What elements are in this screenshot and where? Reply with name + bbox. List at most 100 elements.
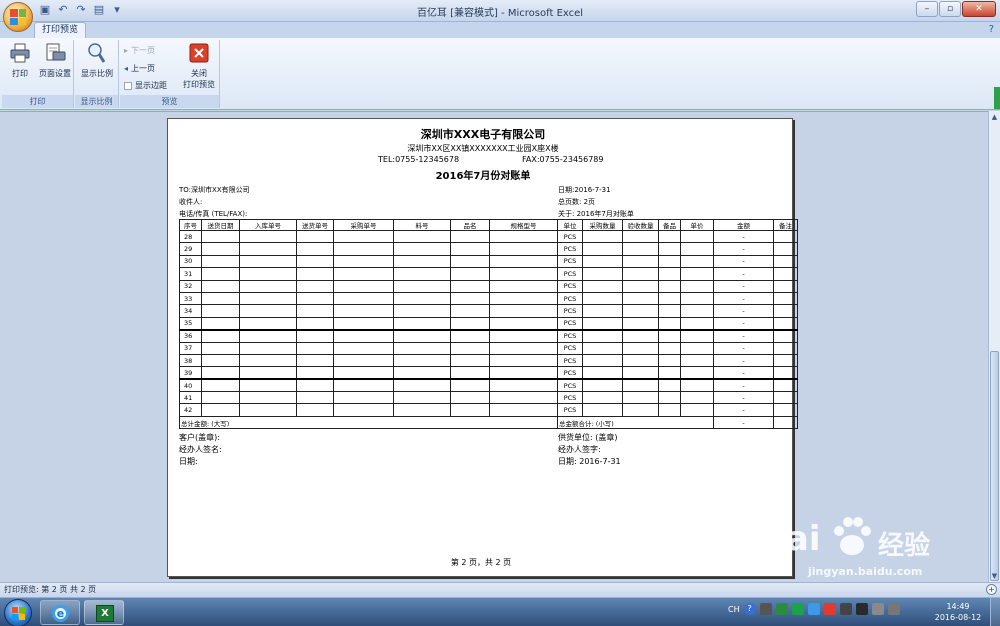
row-number: 35 [179, 316, 202, 331]
table-cell [658, 391, 681, 405]
table-cell [450, 391, 490, 405]
row-amount: - [713, 328, 774, 343]
volume-icon[interactable] [887, 603, 900, 615]
tray-app-icon[interactable] [759, 603, 772, 615]
table-cell [239, 242, 297, 256]
table-cell [773, 391, 798, 405]
table-row: 42 PCS - [179, 403, 798, 417]
usb-icon[interactable] [839, 603, 852, 615]
taskbar-excel[interactable]: X [84, 600, 124, 625]
show-desktop-button[interactable] [990, 598, 1000, 626]
tab-print-preview[interactable]: 打印预览 [34, 22, 87, 38]
table-cell [489, 291, 558, 306]
table-cell [773, 403, 798, 417]
table-cell [450, 279, 490, 293]
col-header: 金额 [713, 219, 774, 231]
previous-page-button[interactable]: ◂ 上一页 [124, 62, 155, 75]
table-cell [489, 242, 558, 256]
table-cell [201, 403, 240, 417]
vertical-scrollbar[interactable]: ▲ ▼ [988, 111, 1000, 582]
col-header: 备品 [658, 219, 681, 231]
table-cell [239, 229, 297, 244]
table-cell [201, 391, 240, 405]
table-cell [296, 291, 334, 306]
table-cell [489, 254, 558, 269]
table-cell [658, 242, 681, 256]
table-cell [239, 267, 297, 281]
table-cell [680, 229, 714, 244]
total-remark [773, 415, 798, 430]
table-cell [393, 229, 451, 244]
col-header: 验收数量 [622, 219, 659, 231]
table-cell [658, 316, 681, 331]
row-unit: PCS [557, 391, 583, 405]
help-icon[interactable]: ? [989, 24, 994, 35]
maximize-button[interactable]: ▫ [939, 1, 961, 17]
ime-indicator[interactable]: CH [728, 605, 740, 614]
antivirus-icon[interactable] [823, 603, 836, 615]
minimize-button[interactable]: – [916, 1, 938, 17]
close-preview-button[interactable]: 关闭 打印预览 [180, 42, 218, 90]
row-amount: - [713, 291, 774, 306]
show-margins-checkbox[interactable]: 显示边距 [124, 79, 167, 92]
status-text: 打印预览: 第 2 页 共 2 页 [4, 585, 97, 594]
row-unit: PCS [557, 353, 583, 368]
table-cell [450, 267, 490, 281]
chat-icon[interactable] [807, 603, 820, 615]
customer-sign: 经办人签名: [179, 445, 222, 455]
table-cell [393, 304, 451, 318]
scroll-thumb[interactable] [990, 351, 999, 581]
flag-icon[interactable] [871, 603, 884, 615]
row-amount: - [713, 254, 774, 269]
status-bar: 打印预览: 第 2 页 共 2 页 + [0, 582, 1000, 597]
taskbar-internet-explorer[interactable]: e [40, 600, 80, 625]
previous-page-icon: ◂ [124, 64, 129, 73]
wechat-icon[interactable] [791, 603, 804, 615]
row-amount: - [713, 366, 774, 380]
table-cell [296, 391, 334, 405]
table-cell [296, 341, 334, 355]
close-window-button[interactable]: ✕ [962, 1, 996, 17]
table-cell [296, 254, 334, 269]
print-button[interactable]: 打印 [4, 42, 36, 79]
row-amount: - [713, 304, 774, 318]
ie-icon: e [52, 605, 69, 622]
col-header: 品名 [450, 219, 490, 231]
row-unit: PCS [557, 341, 583, 355]
table-cell [393, 341, 451, 355]
table-row: 36 PCS - [179, 328, 798, 343]
table-cell [333, 378, 394, 393]
row-amount: - [713, 267, 774, 281]
table-cell [622, 366, 659, 380]
table-cell [658, 353, 681, 368]
customer-date: 日期: [179, 457, 198, 467]
col-header: 采购单号 [333, 219, 394, 231]
total-row: 总计金额: (大写) 总金额合计: (小写) - [179, 415, 798, 430]
table-cell [680, 254, 714, 269]
help-tray-icon[interactable]: ? [743, 603, 756, 615]
table-cell [582, 304, 623, 318]
table-cell [239, 378, 297, 393]
clock-time: 14:49 [946, 602, 970, 611]
taskbar-clock[interactable]: 14:49 2016-08-12 [930, 601, 986, 623]
table-cell [296, 328, 334, 343]
zoom-button[interactable]: 显示比例 [79, 42, 115, 79]
zoom-in-button[interactable]: + [986, 584, 997, 595]
table-cell [622, 403, 659, 417]
signature-block: 客户(盖章): 供货单位: (盖章) 经办人签名: 经办人签字: 日期: 日期:… [179, 431, 787, 479]
scroll-up-icon[interactable]: ▲ [989, 111, 1000, 123]
start-button[interactable] [4, 599, 32, 626]
table-cell [450, 328, 490, 343]
table-cell [622, 391, 659, 405]
scroll-down-icon[interactable]: ▼ [989, 570, 1000, 582]
page-setup-button[interactable]: 页面设置 [36, 42, 74, 79]
network-icon[interactable] [855, 603, 868, 615]
table-cell [680, 242, 714, 256]
table-cell [393, 279, 451, 293]
shield-icon[interactable] [775, 603, 788, 615]
row-amount: - [713, 316, 774, 331]
next-page-button[interactable]: ▸ 下一页 [124, 44, 155, 57]
office-button[interactable] [3, 2, 33, 32]
table-header-row: 序号 送货日期 入库单号 送货单号 采购单号 料号 品名 规格型号 单位 采购数… [179, 219, 798, 231]
preview-group-label: 预览 [120, 95, 219, 108]
